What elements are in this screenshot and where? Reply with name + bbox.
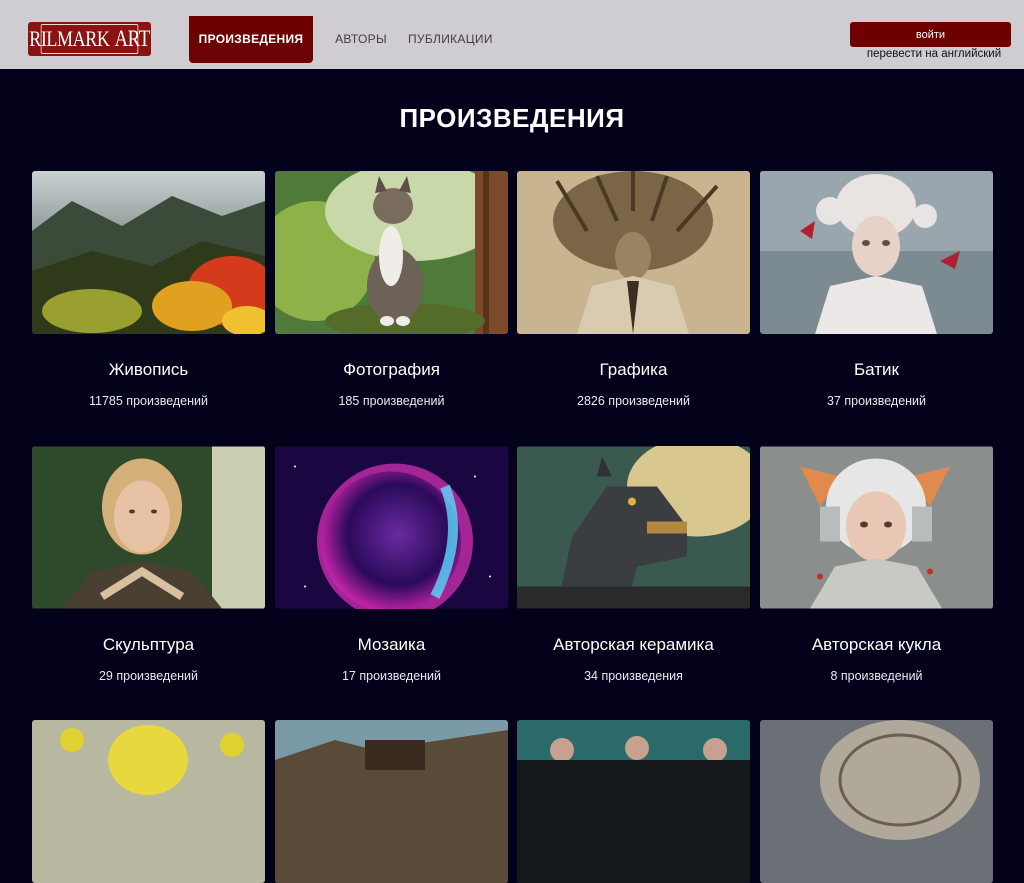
header: RILMARK ART ПРОИЗВЕДЕНИЯ АВТОРЫ ПУБЛИКАЦИ… (0, 0, 1024, 69)
category-image[interactable] (32, 446, 265, 609)
category-count: 185 произведений (338, 394, 445, 408)
category-image[interactable] (760, 446, 993, 609)
category-image[interactable] (760, 720, 993, 883)
login-button[interactable]: войти (850, 22, 1011, 47)
category-image[interactable] (760, 171, 993, 334)
category-card-row3-2[interactable] (275, 720, 508, 883)
category-card-row3-3[interactable] (517, 720, 750, 883)
nav-item-publications[interactable]: ПУБЛИКАЦИИ (408, 16, 492, 63)
category-count: 37 произведений (826, 394, 927, 408)
category-title[interactable]: Батик (760, 360, 993, 380)
category-title[interactable]: Графика (517, 360, 750, 380)
category-image[interactable] (275, 171, 508, 334)
category-count: 11785 произведений (89, 394, 208, 408)
page-title: ПРОИЗВЕДЕНИЯ (399, 103, 625, 133)
category-card-row3-1[interactable] (32, 720, 265, 883)
category-card-batik[interactable]: Батик 37 произведений (760, 171, 993, 408)
category-title[interactable]: Мозаика (275, 635, 508, 655)
category-card-sculpture[interactable]: Скульптура 29 произведений (32, 446, 265, 683)
category-image[interactable] (517, 446, 750, 609)
category-card-mosaic[interactable]: Мозаика 17 произведений (275, 446, 508, 683)
category-image[interactable] (32, 720, 265, 883)
category-title[interactable]: Фотография (275, 360, 508, 380)
category-image[interactable] (275, 720, 508, 883)
category-card-painting[interactable]: Живопись 11785 произведений (32, 171, 265, 408)
site-logo[interactable]: RILMARK ART (28, 22, 151, 56)
category-image[interactable] (275, 446, 508, 609)
category-title[interactable]: Авторская керамика (517, 635, 750, 655)
category-card-doll[interactable]: Авторская кукла 8 произведений (760, 446, 993, 683)
category-card-row3-4[interactable] (760, 720, 993, 883)
category-count: 8 произведений (830, 669, 923, 683)
category-card-ceramics[interactable]: Авторская керамика 34 произведения (517, 446, 750, 683)
category-image[interactable] (517, 171, 750, 334)
category-title[interactable]: Живопись (32, 360, 265, 380)
category-image[interactable] (517, 720, 750, 883)
nav-item-works[interactable]: ПРОИЗВЕДЕНИЯ (189, 16, 313, 63)
category-count: 34 произведения (584, 669, 683, 683)
category-image[interactable] (32, 171, 265, 334)
category-count: 2826 произведений (577, 394, 690, 408)
category-card-graphics[interactable]: Графика 2826 произведений (517, 171, 750, 408)
main-nav: ПРОИЗВЕДЕНИЯ АВТОРЫ ПУБЛИКАЦИИ (189, 16, 492, 63)
category-count: 17 произведений (341, 669, 442, 683)
category-count: 29 произведений (98, 669, 199, 683)
translate-link[interactable]: перевести на английский (850, 48, 1018, 60)
nav-item-authors[interactable]: АВТОРЫ (328, 16, 394, 63)
category-card-photography[interactable]: Фотография 185 произведений (275, 171, 508, 408)
category-title[interactable]: Скульптура (32, 635, 265, 655)
category-title[interactable]: Авторская кукла (760, 635, 993, 655)
